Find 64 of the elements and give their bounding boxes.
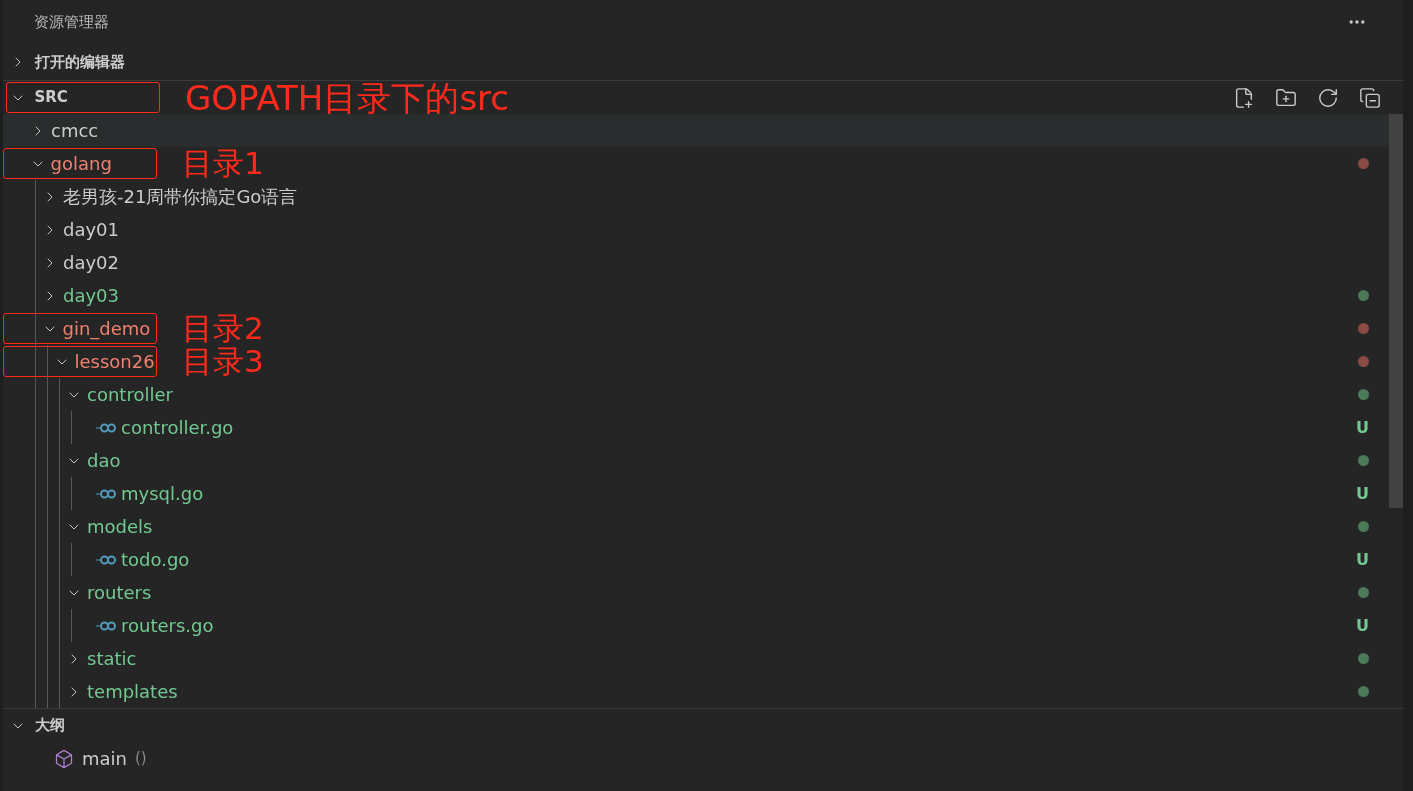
file-row[interactable]: todo.go U bbox=[3, 543, 1389, 576]
folder-name: templates bbox=[87, 680, 178, 704]
folder-name: models bbox=[87, 515, 153, 539]
annotation-label: 目录2 bbox=[182, 313, 264, 344]
symbol-detail: () bbox=[135, 748, 147, 770]
folder-row[interactable]: day01 bbox=[3, 213, 1389, 246]
file-type-icon bbox=[96, 421, 116, 434]
status-letter: U bbox=[1356, 614, 1369, 637]
folder-row[interactable]: cmcc bbox=[3, 114, 1389, 147]
file-row[interactable]: mysql.go U bbox=[3, 477, 1389, 510]
section-header[interactable]: SRC GOPATH目录下的src bbox=[3, 81, 1403, 114]
folder-name: 老男孩-21周带你搞定Go语言 bbox=[63, 185, 298, 209]
panel-title: 资源管理器 bbox=[34, 11, 109, 33]
folder-row[interactable]: dao bbox=[3, 444, 1389, 477]
folder-row[interactable]: routers bbox=[3, 576, 1389, 609]
folder-name: cmcc bbox=[51, 119, 99, 143]
folder-row[interactable]: controller bbox=[3, 378, 1389, 411]
folder-name: routers bbox=[87, 581, 152, 605]
outline-item[interactable]: main () bbox=[3, 742, 1403, 775]
folder-name: golang bbox=[50, 152, 112, 176]
symbol-name: main bbox=[82, 747, 127, 771]
folder-name: controller bbox=[87, 383, 173, 407]
folder-row[interactable]: day03 bbox=[3, 279, 1389, 312]
file-type-icon bbox=[96, 487, 116, 500]
status-letter: U bbox=[1356, 548, 1369, 571]
collapse-all-icon[interactable] bbox=[1359, 86, 1381, 109]
folder-row[interactable]: golang 目录1 bbox=[3, 147, 1389, 180]
annotation-label: 目录1 bbox=[182, 148, 264, 179]
file-name: mysql.go bbox=[121, 482, 204, 506]
folder-row[interactable]: day02 bbox=[3, 246, 1389, 279]
file-type-icon bbox=[96, 553, 116, 566]
folder-row[interactable]: static bbox=[3, 642, 1389, 675]
file-name: controller.go bbox=[121, 416, 234, 440]
folder-name: day01 bbox=[63, 218, 119, 242]
folder-name: gin_demo bbox=[62, 317, 151, 342]
folder-row[interactable]: 老男孩-21周带你搞定Go语言 bbox=[3, 180, 1389, 213]
section-title: 打开的编辑器 bbox=[35, 51, 125, 73]
folder-name: static bbox=[87, 647, 137, 671]
folder-name: day02 bbox=[63, 251, 119, 275]
cube-icon bbox=[54, 748, 74, 769]
file-name: todo.go bbox=[121, 548, 190, 572]
file-type-icon bbox=[96, 619, 116, 632]
section-header[interactable]: 大纲 bbox=[3, 709, 1403, 742]
folder-name: dao bbox=[87, 449, 121, 473]
section-header[interactable]: 打开的编辑器 bbox=[3, 44, 1403, 81]
scrollbar-thumb[interactable] bbox=[1389, 114, 1403, 508]
status-letter: U bbox=[1356, 482, 1369, 505]
folder-row[interactable]: gin_demo 目录2 bbox=[3, 312, 1389, 345]
folder-name: lesson26 bbox=[74, 350, 155, 374]
annotation-label: GOPATH目录下的src bbox=[185, 80, 510, 115]
new-file-icon[interactable] bbox=[1233, 86, 1255, 109]
new-folder-icon[interactable] bbox=[1275, 86, 1297, 109]
section-title: 大纲 bbox=[35, 715, 65, 737]
annotation-label: 目录3 bbox=[182, 346, 264, 377]
status-letter: U bbox=[1356, 416, 1369, 439]
refresh-icon[interactable] bbox=[1317, 86, 1339, 109]
file-row[interactable]: controller.go U bbox=[3, 411, 1389, 444]
section-title: SRC bbox=[34, 87, 68, 109]
folder-row[interactable]: templates bbox=[3, 675, 1389, 708]
file-row[interactable]: routers.go U bbox=[3, 609, 1389, 642]
folder-name: day03 bbox=[63, 284, 119, 308]
folder-row[interactable]: lesson26 目录3 bbox=[3, 345, 1389, 378]
folder-row[interactable]: models bbox=[3, 510, 1389, 543]
file-name: routers.go bbox=[121, 614, 214, 638]
